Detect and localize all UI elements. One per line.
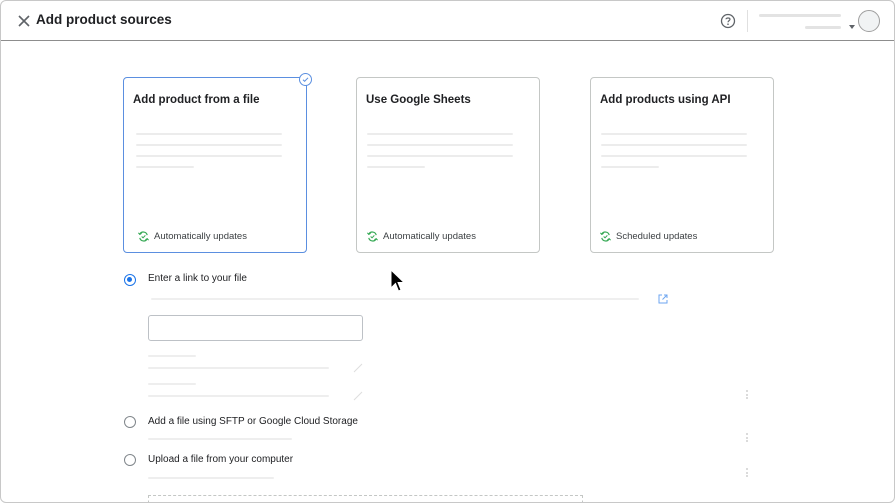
source-card-file[interactable]: Add product from a file Automatically up… — [123, 73, 312, 253]
card-description-placeholder — [367, 166, 425, 168]
radio-upload[interactable] — [124, 454, 136, 466]
card-description-placeholder — [367, 133, 513, 135]
more-vert-icon[interactable] — [746, 433, 749, 442]
option-label[interactable]: Add a file using SFTP or Google Cloud St… — [148, 416, 358, 427]
more-vert-icon[interactable] — [746, 390, 749, 399]
dialog-header: Add product sources — [1, 1, 894, 41]
field-placeholder — [148, 383, 196, 385]
account-dropdown-icon[interactable] — [849, 25, 855, 29]
card-description-placeholder — [136, 166, 194, 168]
card-description-placeholder — [136, 155, 282, 157]
card-description-placeholder — [136, 133, 282, 135]
radio-sftp[interactable] — [124, 416, 136, 428]
source-card-api[interactable]: Add products using API Scheduled updates — [590, 77, 774, 253]
avatar[interactable] — [858, 10, 880, 32]
field-placeholder — [148, 395, 329, 397]
card-footer: Automatically updates — [366, 229, 476, 243]
sync-icon — [600, 230, 611, 242]
card-description-placeholder — [136, 144, 282, 146]
option-label[interactable]: Upload a file from your computer — [148, 454, 293, 465]
card-footer-label: Automatically updates — [383, 230, 476, 242]
card-description-placeholder — [601, 133, 747, 135]
card-description-placeholder — [601, 155, 747, 157]
edit-icon[interactable] — [353, 391, 363, 401]
card-title: Add products using API — [600, 94, 731, 106]
option-label[interactable]: Enter a link to your file — [148, 273, 247, 284]
mouse-pointer-icon — [390, 269, 406, 292]
card-description-placeholder — [601, 166, 659, 168]
option-description-placeholder — [148, 438, 292, 440]
open-in-new-icon[interactable] — [657, 293, 669, 305]
card-description-placeholder — [367, 155, 513, 157]
option-description-placeholder — [151, 298, 639, 300]
field-placeholder — [148, 355, 196, 357]
account-id-placeholder — [805, 26, 841, 29]
card-title: Add product from a file — [133, 94, 260, 106]
file-drop-zone[interactable] — [148, 495, 583, 502]
file-link-input[interactable] — [148, 315, 363, 341]
page-title: Add product sources — [36, 12, 172, 27]
check-circle-icon — [299, 73, 312, 86]
header-divider — [747, 10, 748, 32]
more-vert-icon[interactable] — [746, 468, 749, 477]
sync-icon — [367, 230, 378, 242]
card-description-placeholder — [601, 144, 747, 146]
close-icon[interactable] — [15, 12, 33, 30]
field-placeholder — [148, 367, 329, 369]
dialog-frame: Add product sources Add product from a f… — [0, 0, 895, 503]
option-description-placeholder — [148, 477, 274, 479]
account-name-placeholder — [759, 14, 841, 17]
card-title: Use Google Sheets — [366, 94, 471, 106]
card-footer: Automatically updates — [137, 229, 247, 243]
source-card-google-sheets[interactable]: Use Google Sheets Automatically updates — [356, 77, 540, 253]
card-footer: Scheduled updates — [599, 229, 697, 243]
card-description-placeholder — [367, 144, 513, 146]
sync-icon — [138, 230, 149, 242]
help-circle-icon[interactable] — [719, 12, 737, 30]
card-footer-label: Scheduled updates — [616, 230, 698, 242]
edit-icon[interactable] — [353, 363, 363, 373]
radio-link-file[interactable] — [124, 274, 136, 286]
card-footer-label: Automatically updates — [154, 230, 247, 242]
